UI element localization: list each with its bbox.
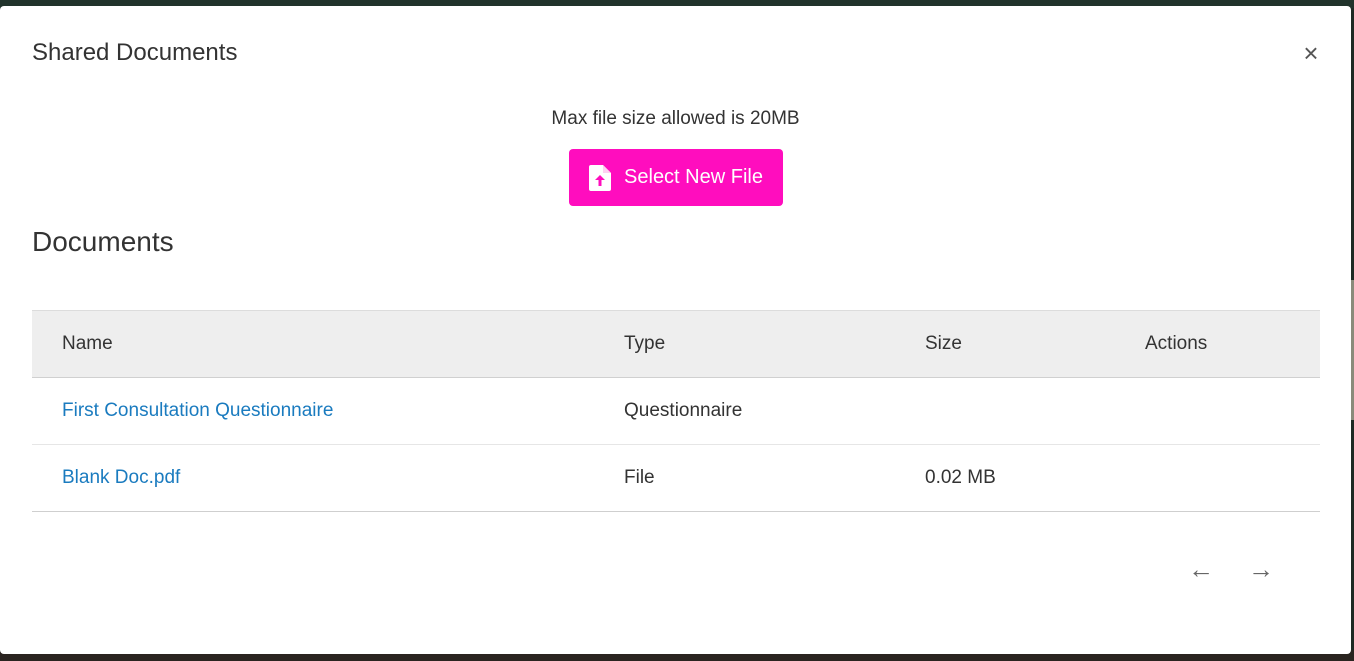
- shared-documents-modal: Shared Documents × Max file size allowed…: [0, 6, 1351, 654]
- document-type: File: [624, 467, 655, 488]
- documents-heading: Documents: [32, 226, 174, 257]
- table-row: Blank Doc.pdf File 0.02 MB: [32, 445, 1320, 512]
- document-size: 0.02 MB: [925, 467, 996, 488]
- column-header-size[interactable]: Size: [925, 333, 962, 355]
- column-header-name[interactable]: Name: [62, 333, 113, 355]
- select-new-file-label: Select New File: [624, 166, 763, 188]
- select-new-file-button[interactable]: Select New File: [569, 149, 783, 206]
- next-page-arrow-icon[interactable]: →: [1248, 554, 1274, 585]
- max-file-size-text: Max file size allowed is 20MB: [551, 108, 800, 129]
- table-header: Name Type Size Actions: [32, 310, 1320, 378]
- document-type: Questionnaire: [624, 400, 743, 421]
- document-link[interactable]: Blank Doc.pdf: [62, 467, 180, 489]
- modal-title: Shared Documents: [32, 39, 238, 66]
- close-button[interactable]: ×: [1300, 39, 1322, 67]
- column-header-actions: Actions: [1145, 333, 1208, 354]
- document-link[interactable]: First Consultation Questionnaire: [62, 400, 333, 422]
- file-upload-icon: [589, 164, 612, 191]
- table-row: First Consultation Questionnaire Questio…: [32, 378, 1320, 445]
- documents-table: Name Type Size Actions First Consultatio…: [32, 310, 1320, 512]
- column-header-type[interactable]: Type: [624, 333, 665, 355]
- previous-page-arrow-icon[interactable]: ←: [1188, 554, 1214, 585]
